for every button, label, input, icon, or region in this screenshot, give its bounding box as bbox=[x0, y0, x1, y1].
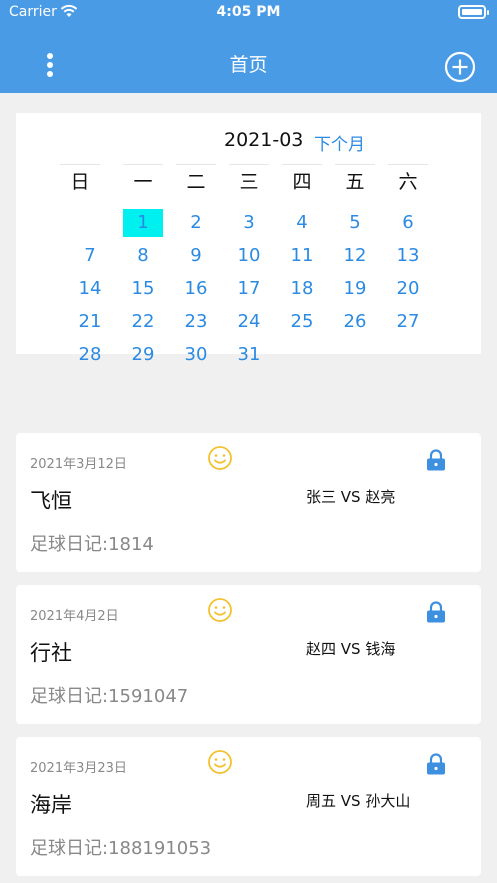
clock: 4:05 PM bbox=[216, 4, 281, 20]
calendar-day[interactable]: 2 bbox=[176, 209, 216, 237]
calendar-day[interactable]: 9 bbox=[176, 242, 216, 270]
page-title: 首页 bbox=[229, 54, 268, 76]
entry-note: 足球日记:1591047 bbox=[30, 686, 189, 707]
entry-note: 足球日记:1814 bbox=[30, 534, 154, 555]
entry-note: 足球日记:188191053 bbox=[30, 838, 212, 859]
calendar-day[interactable]: 4 bbox=[282, 209, 322, 237]
weekday-row: 日 一 二 三 四 五 六 bbox=[16, 164, 481, 193]
calendar-day[interactable]: 24 bbox=[229, 308, 269, 336]
weekday-label: 一 bbox=[123, 164, 163, 194]
entry-title: 海岸 bbox=[30, 793, 72, 817]
weekday-label: 六 bbox=[388, 164, 428, 194]
diary-card[interactable]: 2021年3月12日 飞恒 张三 VS 赵亮 足球日记:1814 bbox=[16, 433, 481, 572]
diary-card[interactable]: 2021年3月23日 海岸 周五 VS 孙大山 足球日记:188191053 bbox=[16, 737, 481, 876]
entry-date: 2021年4月2日 bbox=[30, 609, 119, 624]
calendar-month: 2021-03 bbox=[224, 129, 304, 151]
calendar-day[interactable]: 10 bbox=[229, 242, 269, 270]
entry-title: 飞恒 bbox=[30, 489, 72, 513]
calendar-day[interactable]: 3 bbox=[229, 209, 269, 237]
calendar-day[interactable]: 17 bbox=[229, 275, 269, 303]
diary-card[interactable]: 2021年4月2日 行社 赵四 VS 钱海 足球日记:1591047 bbox=[16, 585, 481, 724]
lock-icon[interactable] bbox=[426, 449, 446, 471]
calendar-day[interactable]: 16 bbox=[176, 275, 216, 303]
calendar-day[interactable]: 15 bbox=[123, 275, 163, 303]
calendar-day[interactable]: 13 bbox=[388, 242, 428, 270]
weekday-label: 四 bbox=[282, 164, 322, 194]
calendar-day[interactable]: 11 bbox=[282, 242, 322, 270]
calendar-day[interactable]: 14 bbox=[70, 275, 110, 303]
entry-date: 2021年3月12日 bbox=[30, 457, 127, 472]
weekday-label: 日 bbox=[60, 164, 100, 194]
lock-icon[interactable] bbox=[426, 601, 446, 623]
entry-date: 2021年3月23日 bbox=[30, 761, 127, 776]
smile-icon bbox=[208, 750, 232, 774]
calendar-day[interactable]: 18 bbox=[282, 275, 322, 303]
entry-match: 赵四 VS 钱海 bbox=[306, 640, 396, 658]
entry-title: 行社 bbox=[30, 641, 72, 665]
weekday-label: 三 bbox=[229, 164, 269, 194]
add-button[interactable] bbox=[444, 51, 476, 83]
calendar-day[interactable]: 27 bbox=[388, 308, 428, 336]
calendar-day-selected[interactable]: 1 bbox=[123, 209, 163, 237]
calendar-day[interactable]: 12 bbox=[335, 242, 375, 270]
calendar-header: 2021-03 下个月 bbox=[16, 129, 481, 155]
calendar-day[interactable]: 19 bbox=[335, 275, 375, 303]
calendar-day[interactable]: 25 bbox=[282, 308, 322, 336]
calendar-day[interactable]: 28 bbox=[70, 341, 110, 369]
calendar-day[interactable]: 31 bbox=[229, 341, 269, 369]
status-bar: Carrier 4:05 PM bbox=[0, 0, 497, 26]
calendar-day[interactable]: 5 bbox=[335, 209, 375, 237]
calendar-day[interactable]: 20 bbox=[388, 275, 428, 303]
weekday-label: 五 bbox=[335, 164, 375, 194]
smile-icon bbox=[208, 598, 232, 622]
calendar-day[interactable]: 26 bbox=[335, 308, 375, 336]
calendar-day[interactable]: 29 bbox=[123, 341, 163, 369]
calendar-day[interactable]: 8 bbox=[123, 242, 163, 270]
calendar-day[interactable]: 23 bbox=[176, 308, 216, 336]
entry-match: 张三 VS 赵亮 bbox=[306, 488, 396, 506]
weekday-label: 二 bbox=[176, 164, 216, 194]
battery-icon bbox=[458, 5, 489, 19]
calendar-day[interactable]: 30 bbox=[176, 341, 216, 369]
calendar: 2021-03 下个月 日 一 二 三 四 五 六 1 2 3 4 5 6 7 … bbox=[16, 113, 481, 365]
lock-icon[interactable] bbox=[426, 753, 446, 775]
next-month-link[interactable]: 下个月 bbox=[314, 130, 365, 155]
nav-bar: 首页 bbox=[0, 26, 497, 93]
calendar-day[interactable]: 7 bbox=[70, 242, 110, 270]
calendar-day[interactable]: 21 bbox=[70, 308, 110, 336]
calendar-day[interactable]: 22 bbox=[123, 308, 163, 336]
calendar-day[interactable]: 6 bbox=[388, 209, 428, 237]
smile-icon bbox=[208, 446, 232, 470]
entry-match: 周五 VS 孙大山 bbox=[306, 792, 411, 810]
